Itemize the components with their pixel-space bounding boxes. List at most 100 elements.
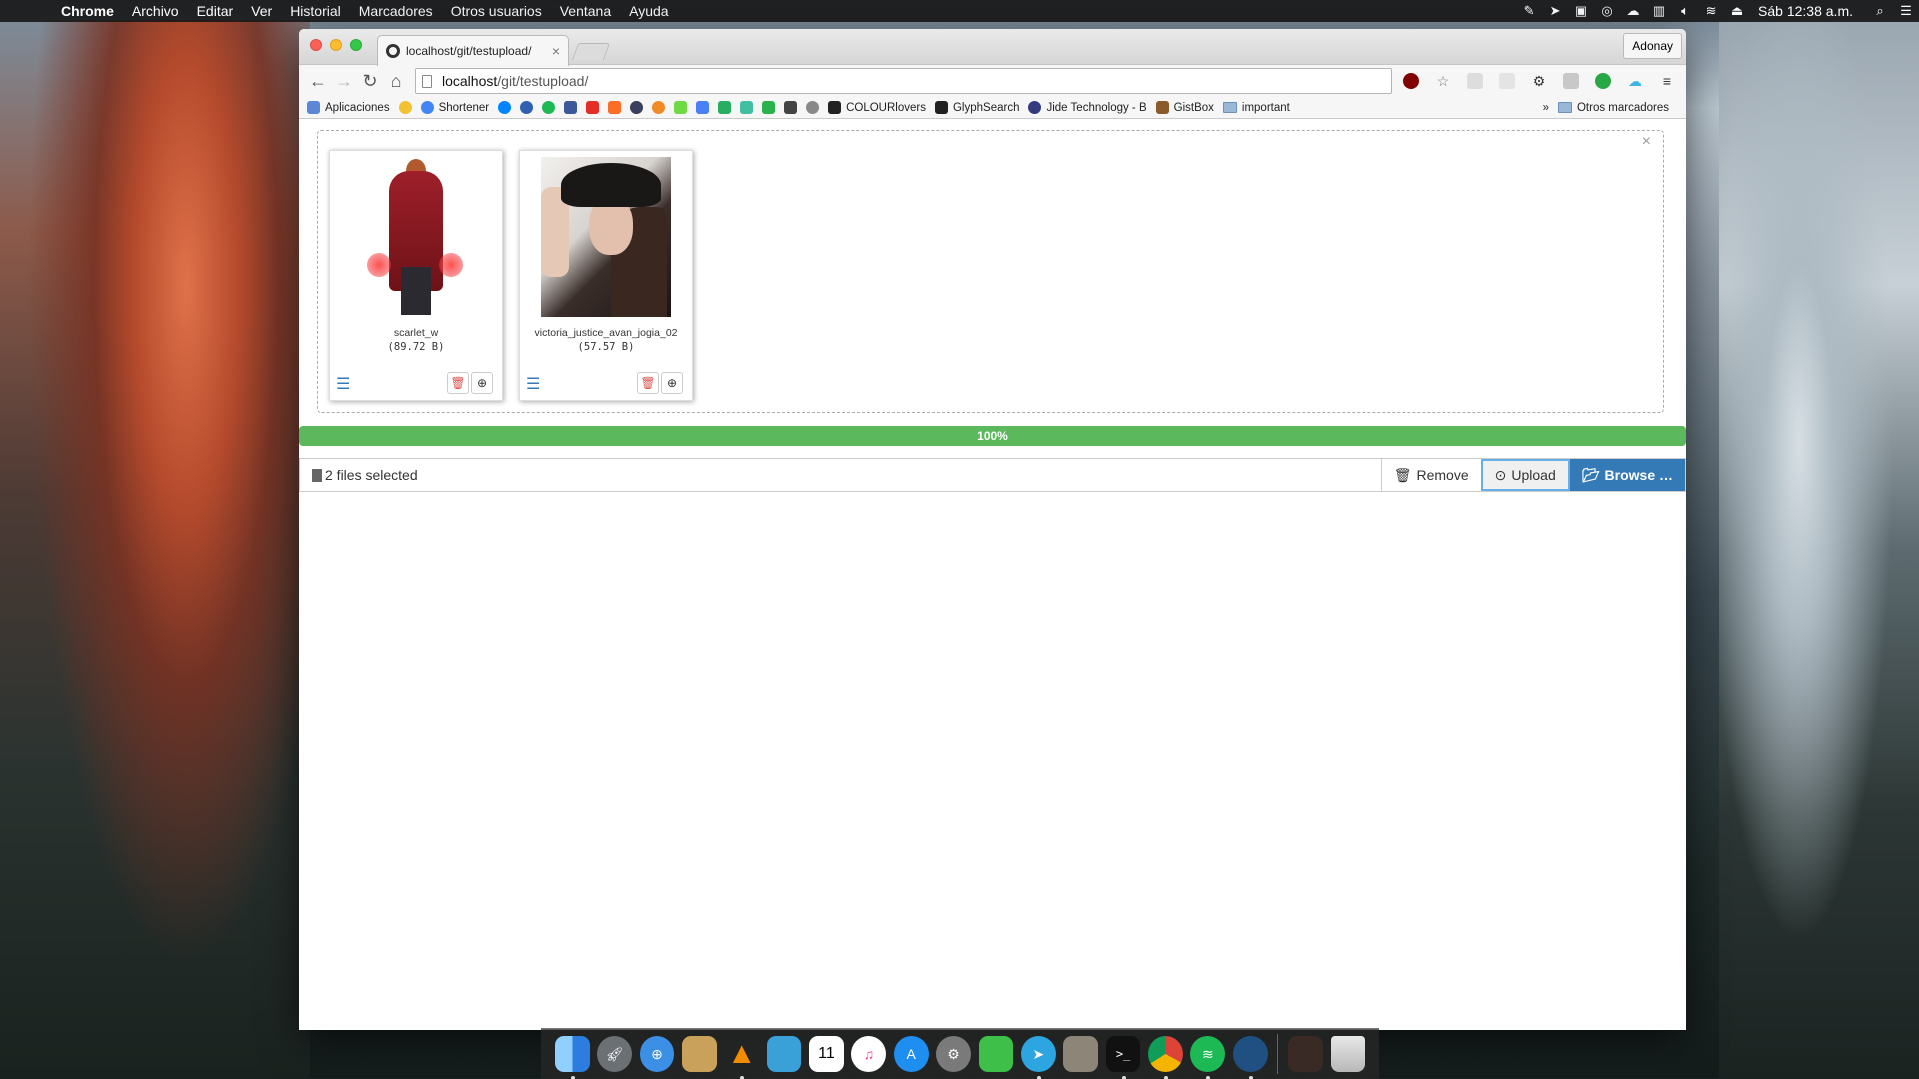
back-icon[interactable]: ← xyxy=(305,68,331,94)
new-tab-button[interactable] xyxy=(571,43,611,60)
desktop-wallpaper-left xyxy=(0,20,310,1079)
trash-icon[interactable] xyxy=(1330,1036,1366,1072)
close-tab-icon[interactable]: × xyxy=(552,43,560,59)
downloads-stack-icon[interactable] xyxy=(1288,1036,1323,1072)
menu-otros-usuarios[interactable]: Otros usuarios xyxy=(442,3,551,19)
bookmark-blue[interactable] xyxy=(520,101,534,114)
bookmark-feedly[interactable] xyxy=(762,101,776,114)
close-window-button[interactable] xyxy=(310,39,322,51)
zoom-file-button[interactable]: ⊕ xyxy=(661,372,683,394)
menu-archivo[interactable]: Archivo xyxy=(123,3,188,19)
terminal-icon[interactable]: >_ xyxy=(1105,1036,1141,1079)
bookmark-gistbox[interactable]: GistBox xyxy=(1155,101,1214,114)
bookmark-u[interactable] xyxy=(674,101,688,114)
notification-center-icon[interactable]: ☰ xyxy=(1893,3,1919,19)
telegram-tray-icon[interactable]: ➤ xyxy=(1542,3,1568,19)
extension-icon[interactable] xyxy=(1494,69,1520,93)
bookmark-important[interactable]: important xyxy=(1222,102,1290,114)
bookmark-translate[interactable] xyxy=(696,101,710,114)
facetime-icon[interactable] xyxy=(978,1036,1014,1072)
bookmark-facebook[interactable] xyxy=(564,101,578,114)
bookmark-plus[interactable] xyxy=(740,101,754,114)
sourcetree-icon[interactable] xyxy=(1232,1036,1268,1079)
calendar-icon[interactable]: 11 xyxy=(809,1036,844,1072)
bookmark-dark[interactable] xyxy=(630,101,644,114)
browse-button[interactable]: 📂︎ Browse … xyxy=(1569,459,1685,491)
screen-icon[interactable]: ▣ xyxy=(1568,3,1594,19)
drag-handle-icon[interactable]: ☰ xyxy=(526,374,540,394)
cloud-extension-icon[interactable]: ☁ xyxy=(1622,69,1648,93)
bookmark-shortener[interactable]: Shortener xyxy=(420,101,489,114)
eject-icon[interactable]: ⏏ xyxy=(1724,3,1750,19)
home-icon[interactable]: ⌂ xyxy=(383,68,409,94)
telegram-icon[interactable]: ➤ xyxy=(1020,1036,1056,1079)
menu-historial[interactable]: Historial xyxy=(281,3,350,19)
bookmark-jide[interactable]: Jide Technology - B xyxy=(1028,101,1147,114)
cloud-icon[interactable]: ☁ xyxy=(1620,3,1646,19)
close-preview-icon[interactable]: × xyxy=(1642,133,1651,151)
bookmarks-overflow[interactable]: » xyxy=(1543,102,1549,114)
bookmark-star[interactable] xyxy=(398,101,412,114)
menu-ayuda[interactable]: Ayuda xyxy=(620,3,677,19)
bookmark-spotify[interactable] xyxy=(542,101,556,114)
volume-icon[interactable]: 🔈︎ xyxy=(1672,3,1698,19)
file-caption[interactable]: 2 files selected xyxy=(300,459,1381,491)
bookmark-apps[interactable]: Aplicaciones xyxy=(307,101,390,114)
delete-file-button[interactable]: 🗑︎ xyxy=(447,372,469,394)
file-drop-zone[interactable]: × scarlet_w (89.72 B) ☰ 🗑︎ ⊕ victoria_ju… xyxy=(317,130,1664,413)
feather-icon[interactable]: ✎ xyxy=(1516,3,1542,19)
bookmark-m[interactable] xyxy=(718,101,732,114)
file-input-group: 2 files selected 🗑︎ Remove ⊙ Upload 📂︎ B… xyxy=(299,458,1686,492)
upload-button[interactable]: ⊙ Upload xyxy=(1480,459,1570,491)
forward-icon[interactable]: → xyxy=(331,68,357,94)
reload-icon[interactable]: ↻ xyxy=(357,68,383,94)
vlc-icon[interactable]: ▲ xyxy=(724,1036,759,1079)
bookmark-gitlab[interactable] xyxy=(608,101,622,114)
extension-green-icon[interactable] xyxy=(1590,69,1616,93)
bookmark-firefox[interactable] xyxy=(652,101,666,114)
bookmark-messenger[interactable] xyxy=(498,101,512,114)
bookmark-other[interactable]: Otros marcadores xyxy=(1557,102,1669,114)
tab-active[interactable]: localhost/git/testupload/ × xyxy=(377,35,569,66)
chrome-icon[interactable] xyxy=(1148,1036,1183,1079)
preview-icon[interactable] xyxy=(766,1036,802,1072)
chrome-menu-icon[interactable]: ≡ xyxy=(1654,69,1680,93)
contacts-icon[interactable] xyxy=(681,1036,717,1072)
star-bookmark-icon[interactable]: ☆ xyxy=(1430,69,1456,93)
settings-gear-icon[interactable]: ⚙ xyxy=(1526,69,1552,93)
menubar-clock[interactable]: Sáb 12:38 a.m. xyxy=(1750,3,1867,19)
ublock-icon[interactable] xyxy=(1398,69,1424,93)
bookmark-face[interactable] xyxy=(806,101,820,114)
bookmark-youtube[interactable] xyxy=(586,101,600,114)
wifi-icon[interactable]: ≋ xyxy=(1698,3,1724,19)
system-preferences-icon[interactable]: ⚙ xyxy=(936,1036,971,1072)
spotify-icon[interactable]: ≋ xyxy=(1190,1036,1226,1079)
menu-editar[interactable]: Editar xyxy=(188,3,243,19)
sketch-icon[interactable] xyxy=(1063,1036,1099,1072)
bookmark-colourlovers[interactable]: COLOURlovers xyxy=(828,101,926,114)
sync-icon[interactable]: ◎ xyxy=(1594,3,1620,19)
drag-handle-icon[interactable]: ☰ xyxy=(336,374,350,394)
extension-grey-icon[interactable] xyxy=(1558,69,1584,93)
address-bar[interactable]: localhost/git/testupload/ xyxy=(415,68,1392,94)
safari-icon[interactable]: ⊕ xyxy=(639,1036,675,1072)
bookmark-l[interactable] xyxy=(784,101,798,114)
delete-file-button[interactable]: 🗑︎ xyxy=(637,372,659,394)
menu-app-name[interactable]: Chrome xyxy=(52,3,123,19)
finder-icon[interactable] xyxy=(554,1036,590,1079)
zoom-file-button[interactable]: ⊕ xyxy=(471,372,493,394)
menu-ventana[interactable]: Ventana xyxy=(551,3,620,19)
bookmark-glyphsearch[interactable]: GlyphSearch xyxy=(934,101,1019,114)
menu-ver[interactable]: Ver xyxy=(242,3,281,19)
spotlight-icon[interactable]: ⌕ xyxy=(1867,3,1893,19)
launchpad-icon[interactable]: 🚀︎ xyxy=(597,1036,632,1072)
app-store-icon[interactable]: A xyxy=(893,1036,929,1072)
zoom-window-button[interactable] xyxy=(350,39,362,51)
profile-button[interactable]: Adonay xyxy=(1623,33,1682,59)
readability-icon[interactable] xyxy=(1462,69,1488,93)
itunes-icon[interactable]: ♫ xyxy=(851,1036,887,1072)
minimize-window-button[interactable] xyxy=(330,39,342,51)
sidebar-icon[interactable]: ▥ xyxy=(1646,3,1672,19)
remove-button[interactable]: 🗑︎ Remove xyxy=(1380,459,1481,491)
menu-marcadores[interactable]: Marcadores xyxy=(350,3,442,19)
